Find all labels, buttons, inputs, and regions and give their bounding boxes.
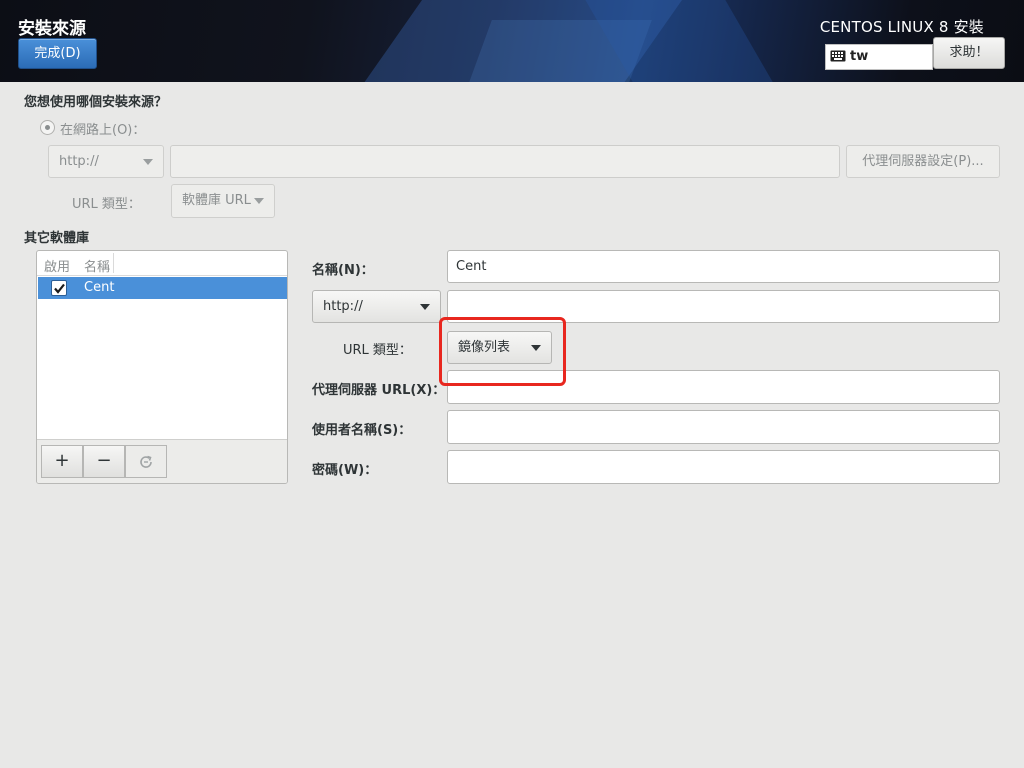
- repo-url-type-value: 鏡像列表: [458, 340, 511, 355]
- chevron-down-icon: [143, 158, 153, 165]
- column-header-enabled[interactable]: 啟用: [44, 256, 70, 275]
- add-repo-button[interactable]: +: [41, 445, 83, 478]
- network-radio[interactable]: [40, 120, 55, 135]
- url-type-combo-value: 軟體庫 URL: [182, 193, 251, 208]
- column-header-name[interactable]: 名稱: [84, 256, 110, 275]
- keyboard-layout-label: tw: [850, 49, 869, 64]
- repo-list-header: 啟用 名稱: [37, 251, 287, 276]
- repo-url-input[interactable]: [447, 290, 1000, 323]
- chevron-down-icon: [254, 198, 264, 204]
- username-input[interactable]: [447, 410, 1000, 444]
- repo-name-label: 名稱(N)：: [312, 263, 374, 278]
- repo-row-name: Cent: [84, 280, 115, 295]
- proxy-settings-button[interactable]: 代理伺服器設定(P)...: [846, 145, 1000, 178]
- repo-row[interactable]: Cent: [38, 277, 287, 299]
- repo-url-type-label: URL 類型：: [343, 343, 412, 358]
- password-input[interactable]: [447, 450, 1000, 484]
- refresh-icon: [140, 455, 152, 468]
- proxy-url-input[interactable]: [447, 370, 1000, 404]
- source-question: 您想使用哪個安裝來源？: [24, 95, 168, 110]
- done-button[interactable]: 完成(D): [18, 38, 97, 69]
- url-type-combo[interactable]: 軟體庫 URL: [171, 184, 275, 218]
- column-divider: [113, 253, 114, 273]
- repo-enabled-checkbox[interactable]: [51, 280, 67, 296]
- url-input[interactable]: [170, 145, 840, 178]
- url-type-label: URL 類型：: [72, 197, 141, 212]
- additional-repos-heading: 其它軟體庫: [24, 231, 90, 246]
- repo-protocol-value: http://: [323, 299, 363, 314]
- password-label: 密碼(W)：: [312, 463, 378, 478]
- protocol-combo-value: http://: [59, 154, 99, 169]
- username-label: 使用者名稱(S)：: [312, 423, 412, 438]
- repo-protocol-combo[interactable]: http://: [312, 290, 441, 323]
- header-bar: 安裝來源 完成(D) CENTOS LINUX 8 安裝 tw 求助！: [0, 0, 1024, 82]
- repo-url-type-combo[interactable]: 鏡像列表: [447, 331, 552, 364]
- help-button[interactable]: 求助！: [933, 37, 1005, 69]
- checkmark-icon: [54, 283, 65, 294]
- refresh-repo-button[interactable]: [125, 445, 167, 478]
- remove-repo-button[interactable]: −: [83, 445, 125, 478]
- page-title: 安裝來源: [18, 19, 86, 39]
- repo-list[interactable]: 啟用 名稱 Cent + −: [36, 250, 288, 484]
- proxy-url-label: 代理伺服器 URL(X)：: [312, 383, 446, 398]
- network-radio-label: 在網路上(O)：: [60, 123, 146, 138]
- keyboard-icon: [830, 50, 846, 62]
- keyboard-layout-indicator[interactable]: tw: [825, 44, 933, 70]
- chevron-down-icon: [420, 303, 430, 310]
- product-title: CENTOS LINUX 8 安裝: [819, 18, 984, 36]
- repo-toolbar: + −: [37, 439, 287, 483]
- repo-name-input[interactable]: Cent: [447, 250, 1000, 283]
- protocol-combo[interactable]: http://: [48, 145, 164, 178]
- chevron-down-icon: [531, 344, 541, 351]
